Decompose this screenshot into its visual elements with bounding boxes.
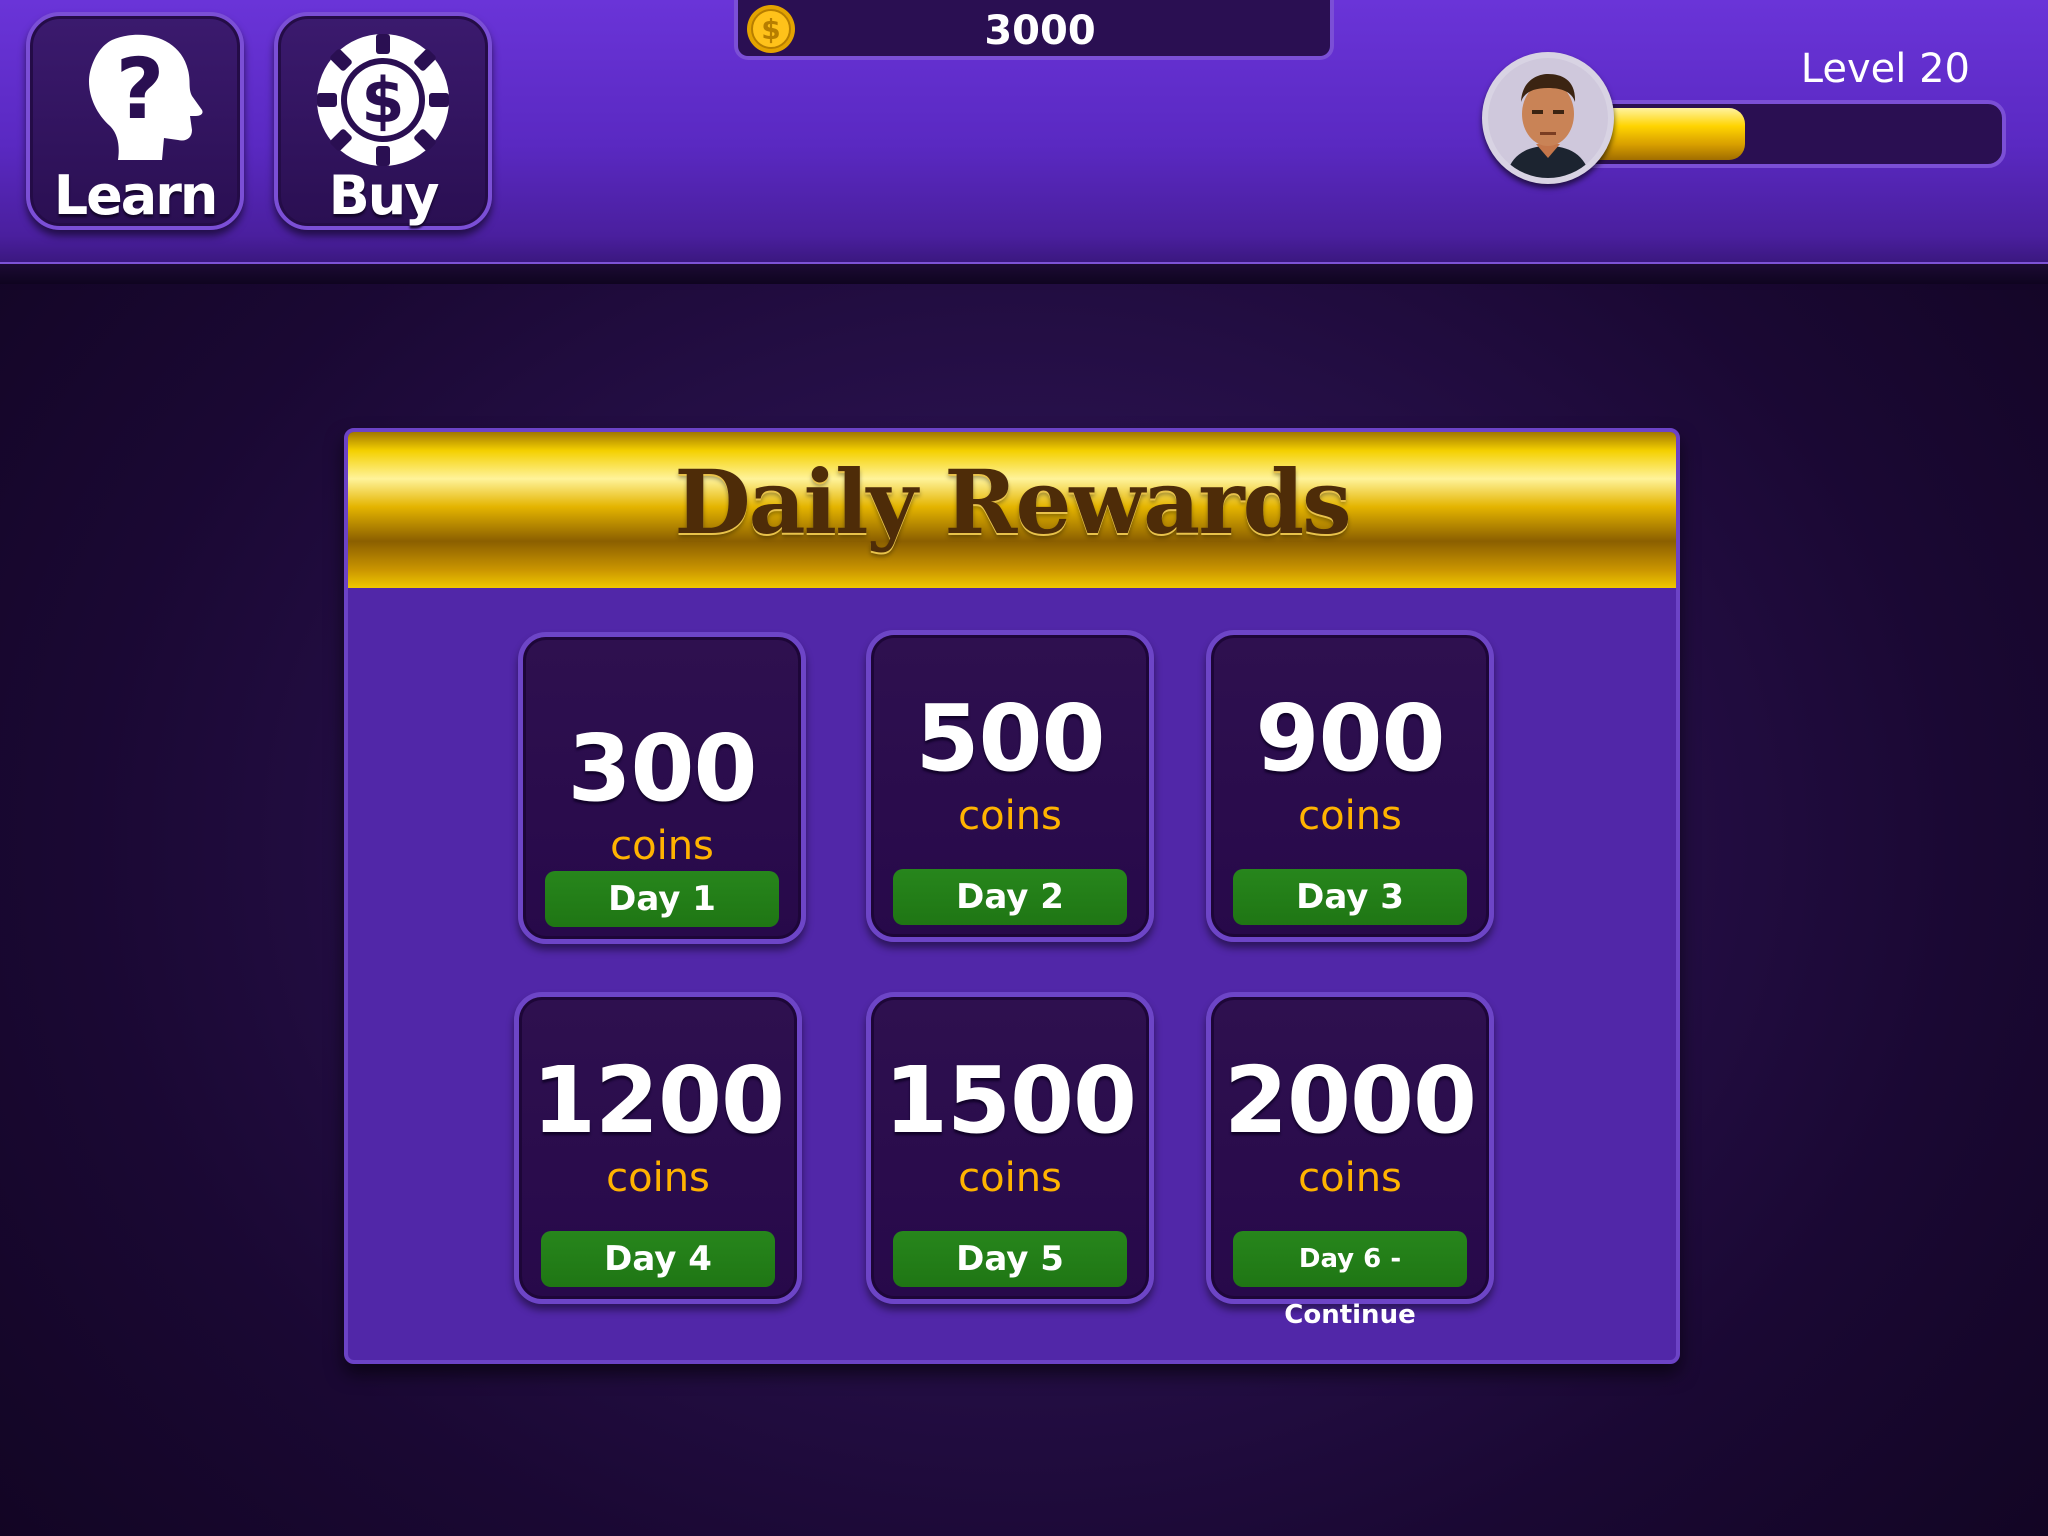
poker-chip-dollar-icon: $: [317, 34, 449, 166]
player-avatar[interactable]: [1482, 52, 1614, 184]
question-head-icon: ?: [88, 34, 203, 161]
avatar-portrait: [1488, 58, 1608, 178]
top-bar-divider: [0, 264, 2048, 284]
svg-text:?: ?: [116, 40, 165, 138]
coin-balance-value: 3000: [984, 8, 1096, 54]
gold-coin-icon: $: [747, 5, 795, 53]
level-label: Level 20: [1800, 46, 1970, 92]
reward-unit: coins: [1298, 793, 1402, 839]
reward-day-button[interactable]: Day 3: [1233, 869, 1467, 925]
svg-text:$: $: [761, 13, 780, 46]
xp-progress-fill: [1594, 108, 1745, 160]
svg-text:$: $: [361, 64, 404, 137]
reward-card-day-4[interactable]: 1200 coins Day 4: [514, 992, 802, 1304]
reward-unit: coins: [610, 823, 714, 869]
reward-day-button[interactable]: Day 1: [545, 871, 779, 927]
reward-card-day-6[interactable]: 2000 coins Day 6 - Continue: [1206, 992, 1494, 1330]
daily-rewards-header: Daily Rewards: [348, 432, 1676, 588]
daily-rewards-title: Daily Rewards: [674, 450, 1351, 554]
reward-unit: coins: [958, 1155, 1062, 1201]
reward-unit: coins: [958, 793, 1062, 839]
reward-card-day-3[interactable]: 900 coins Day 3: [1206, 630, 1494, 942]
daily-rewards-panel: Daily Rewards 300 coins Day 1 500 coins …: [344, 428, 1680, 1364]
reward-day-button[interactable]: Day 2: [893, 869, 1127, 925]
reward-amount: 1500: [883, 1047, 1137, 1154]
reward-amount: 500: [915, 685, 1105, 792]
reward-card-day-2[interactable]: 500 coins Day 2: [866, 630, 1154, 942]
reward-day-continue-button[interactable]: Day 6 - Continue: [1233, 1231, 1467, 1330]
reward-amount: 2000: [1223, 1047, 1477, 1154]
reward-amount: 300: [567, 715, 757, 822]
reward-unit: coins: [1298, 1155, 1402, 1201]
reward-unit: coins: [606, 1155, 710, 1201]
reward-amount: 1200: [531, 1047, 785, 1154]
reward-card-day-1[interactable]: 300 coins Day 1: [518, 632, 806, 944]
reward-card-day-5[interactable]: 1500 coins Day 5: [866, 992, 1154, 1304]
reward-day-button[interactable]: Day 4: [541, 1231, 775, 1287]
reward-amount: 900: [1255, 685, 1445, 792]
reward-day-button[interactable]: Day 5: [893, 1231, 1127, 1287]
xp-progress-bar: [1590, 100, 2006, 168]
buy-button[interactable]: $ Buy: [274, 12, 492, 230]
learn-label: Learn: [53, 164, 219, 227]
buy-label: Buy: [328, 164, 440, 227]
learn-button[interactable]: ? Learn: [26, 12, 244, 230]
